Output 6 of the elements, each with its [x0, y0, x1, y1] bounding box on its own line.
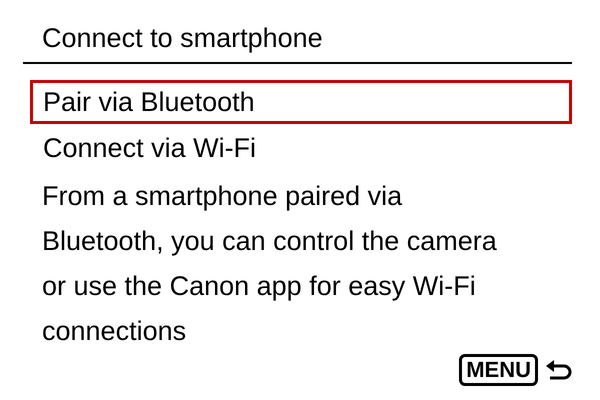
menu-key[interactable]: MENU — [459, 354, 538, 386]
description-text: From a smartphone paired via Bluetooth, you can control the camera or use the Canon app for easy Wi-Fi connections — [41, 180, 498, 348]
back-arrow-icon — [544, 359, 572, 381]
menu-option[interactable]: Pair via Bluetooth — [30, 80, 572, 124]
menu-option[interactable]: Connect via Wi-Fi — [30, 126, 572, 170]
screen-title: Connect to smartphone — [23, 22, 572, 64]
